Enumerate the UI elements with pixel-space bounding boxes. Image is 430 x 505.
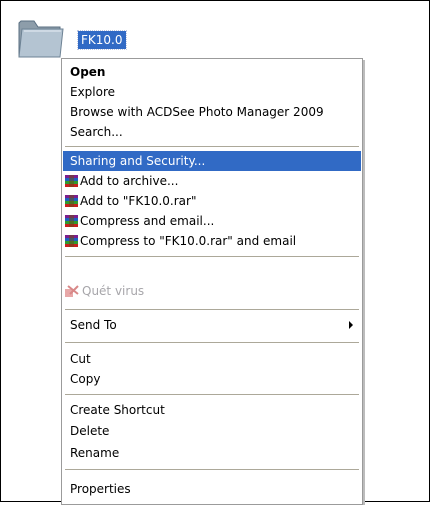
menu-item-label: Add to archive...: [80, 174, 179, 188]
menu-item-label: Add to "FK10.0.rar": [80, 194, 197, 208]
menu-item-send-to[interactable]: Send To: [63, 315, 361, 335]
context-menu: Open Explore Browse with ACDSee Photo Ma…: [61, 58, 363, 505]
menu-item-compress-rar-email[interactable]: Compress to "FK10.0.rar" and email: [63, 231, 361, 251]
menu-separator: [65, 146, 359, 147]
menu-item-label: Compress to "FK10.0.rar" and email: [80, 234, 297, 248]
menu-item-properties[interactable]: Properties: [63, 479, 361, 499]
winrar-icon: [65, 235, 78, 247]
menu-item-explore[interactable]: Explore: [63, 82, 361, 102]
folder-icon[interactable]: [16, 15, 66, 61]
menu-separator: [65, 256, 359, 257]
menu-item-add-to-rar[interactable]: Add to "FK10.0.rar": [63, 191, 361, 211]
menu-item-sharing-security[interactable]: Sharing and Security...: [63, 151, 361, 171]
menu-item-acdsee[interactable]: Browse with ACDSee Photo Manager 2009: [63, 102, 361, 122]
menu-item-copy[interactable]: Copy: [63, 369, 361, 389]
menu-item-label: Compress and email...: [80, 214, 215, 228]
winrar-icon: [65, 175, 78, 187]
submenu-arrow-icon: [349, 321, 353, 329]
winrar-icon: [65, 215, 78, 227]
menu-separator: [65, 469, 359, 470]
menu-separator: [65, 394, 359, 395]
menu-item-compress-email[interactable]: Compress and email...: [63, 211, 361, 231]
menu-separator: [65, 342, 359, 343]
menu-item-quet-virus: Quét virus: [63, 281, 361, 301]
antivirus-icon: [65, 285, 79, 297]
menu-item-add-to-archive[interactable]: Add to archive...: [63, 171, 361, 191]
menu-item-open[interactable]: Open: [63, 62, 361, 82]
menu-item-rename[interactable]: Rename: [63, 443, 361, 463]
menu-item-search[interactable]: Search...: [63, 122, 361, 142]
folder-name-label[interactable]: FK10.0: [77, 30, 127, 50]
winrar-icon: [65, 195, 78, 207]
menu-item-label: Quét virus: [82, 284, 145, 298]
menu-item-cut[interactable]: Cut: [63, 349, 361, 369]
menu-item-delete[interactable]: Delete: [63, 421, 361, 441]
menu-item-create-shortcut[interactable]: Create Shortcut: [63, 400, 361, 420]
menu-separator: [65, 309, 359, 310]
menu-item-label: Send To: [70, 318, 117, 332]
